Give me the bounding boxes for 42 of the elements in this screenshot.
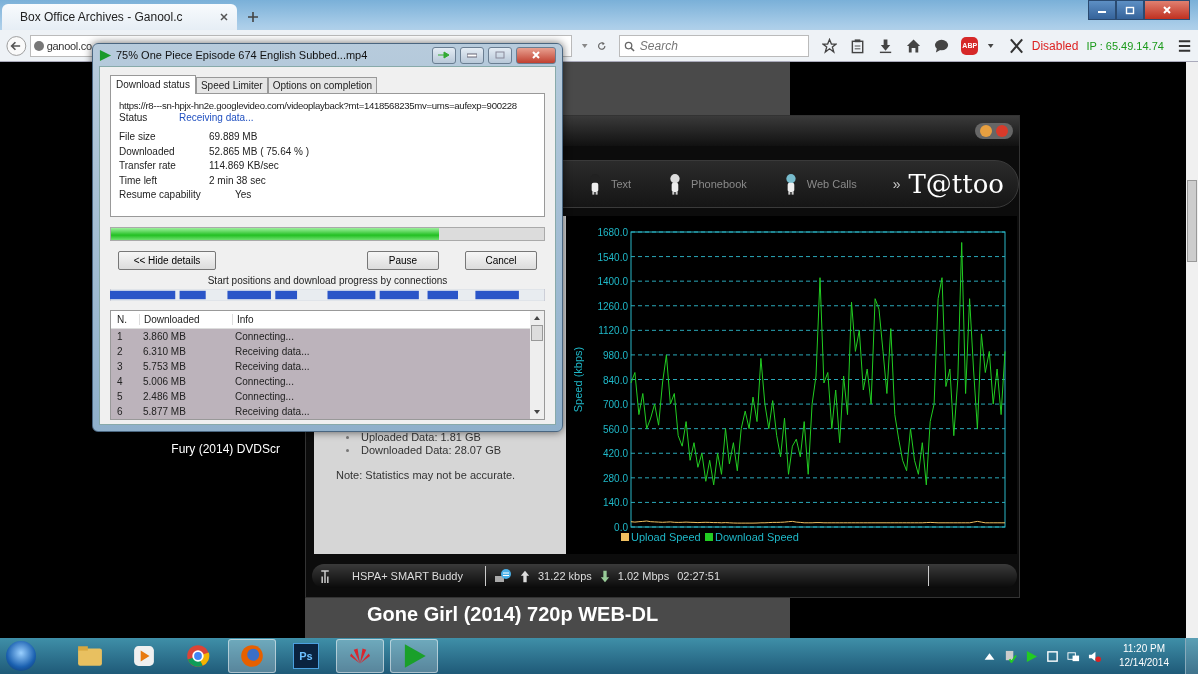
axis-tick-label: 1680.0 (597, 227, 628, 238)
download-url: https://r8---sn-hpjx-hn2e.googlevideo.com/videoplayback?mt=1418568235mv=ums=aufexp=900228 (119, 100, 518, 111)
network-name: HSPA+ SMART Buddy (352, 570, 464, 582)
stat-text: Uploaded Data: 1.81 GB (361, 431, 481, 444)
connection-duration: 02:27:51 (677, 570, 721, 582)
axis-tick-label: 0.0 (614, 522, 628, 533)
status-value: Receiving data... (179, 111, 254, 125)
legend-label: Upload Speed (631, 531, 701, 543)
download-speed: 1.02 Mbps (617, 570, 670, 582)
field-label: Status (119, 111, 149, 125)
axis-tick-label: 1120.0 (598, 325, 628, 337)
tab-title: Box Office Archives - Ganool.c (20, 10, 184, 24)
photoshop-icon: Ps (293, 643, 319, 669)
app-logo: T@ttoo (908, 169, 1004, 199)
field-label: File size (119, 130, 157, 145)
axis-tick-label: 280.0 (602, 472, 628, 484)
axis-tick-label: 420.0 (602, 448, 628, 460)
ip-address: IP : 65.49.14.74 (1086, 39, 1164, 52)
axis-label: Speed (kbps) (572, 346, 584, 413)
field-value: 114.869 KB/sec (209, 159, 279, 174)
axis-tick-label: 980.0 (602, 349, 628, 361)
axis-tick-label: 1400.0 (597, 276, 628, 288)
field-label: Downloaded (119, 144, 176, 159)
legend-label: Download Speed (715, 531, 799, 543)
field-label: Transfer rate (119, 159, 177, 174)
stat-text: Downloaded Data: 28.07 GB (361, 444, 502, 457)
axis-tick-label: 840.0 (602, 374, 628, 386)
window-title: 75% One Piece Episode 674 English Subbed...mp4 (116, 49, 369, 61)
field-value: 2 min 38 sec (209, 173, 266, 188)
field-value: Yes (234, 188, 252, 203)
connections-caption: Start positions and download progress by connections (206, 275, 449, 286)
axis-tick-label: 1260.0 (597, 300, 628, 312)
field-label: Resume capability (119, 188, 202, 203)
field-value: 69.889 MB (209, 130, 258, 145)
field-value: 52.865 MB ( 75.64 % ) (209, 144, 310, 159)
axis-tick-label: 140.0 (602, 497, 628, 509)
axis-tick-label: 560.0 (602, 423, 628, 435)
field-label: Time left (119, 173, 158, 188)
axis-tick-label: 700.0 (602, 399, 628, 411)
upload-speed: 31.22 kbps (538, 570, 592, 582)
axis-tick-label: 1540.0 (597, 251, 628, 263)
note-text: Note: Statistics may not be accurate. (336, 469, 517, 481)
